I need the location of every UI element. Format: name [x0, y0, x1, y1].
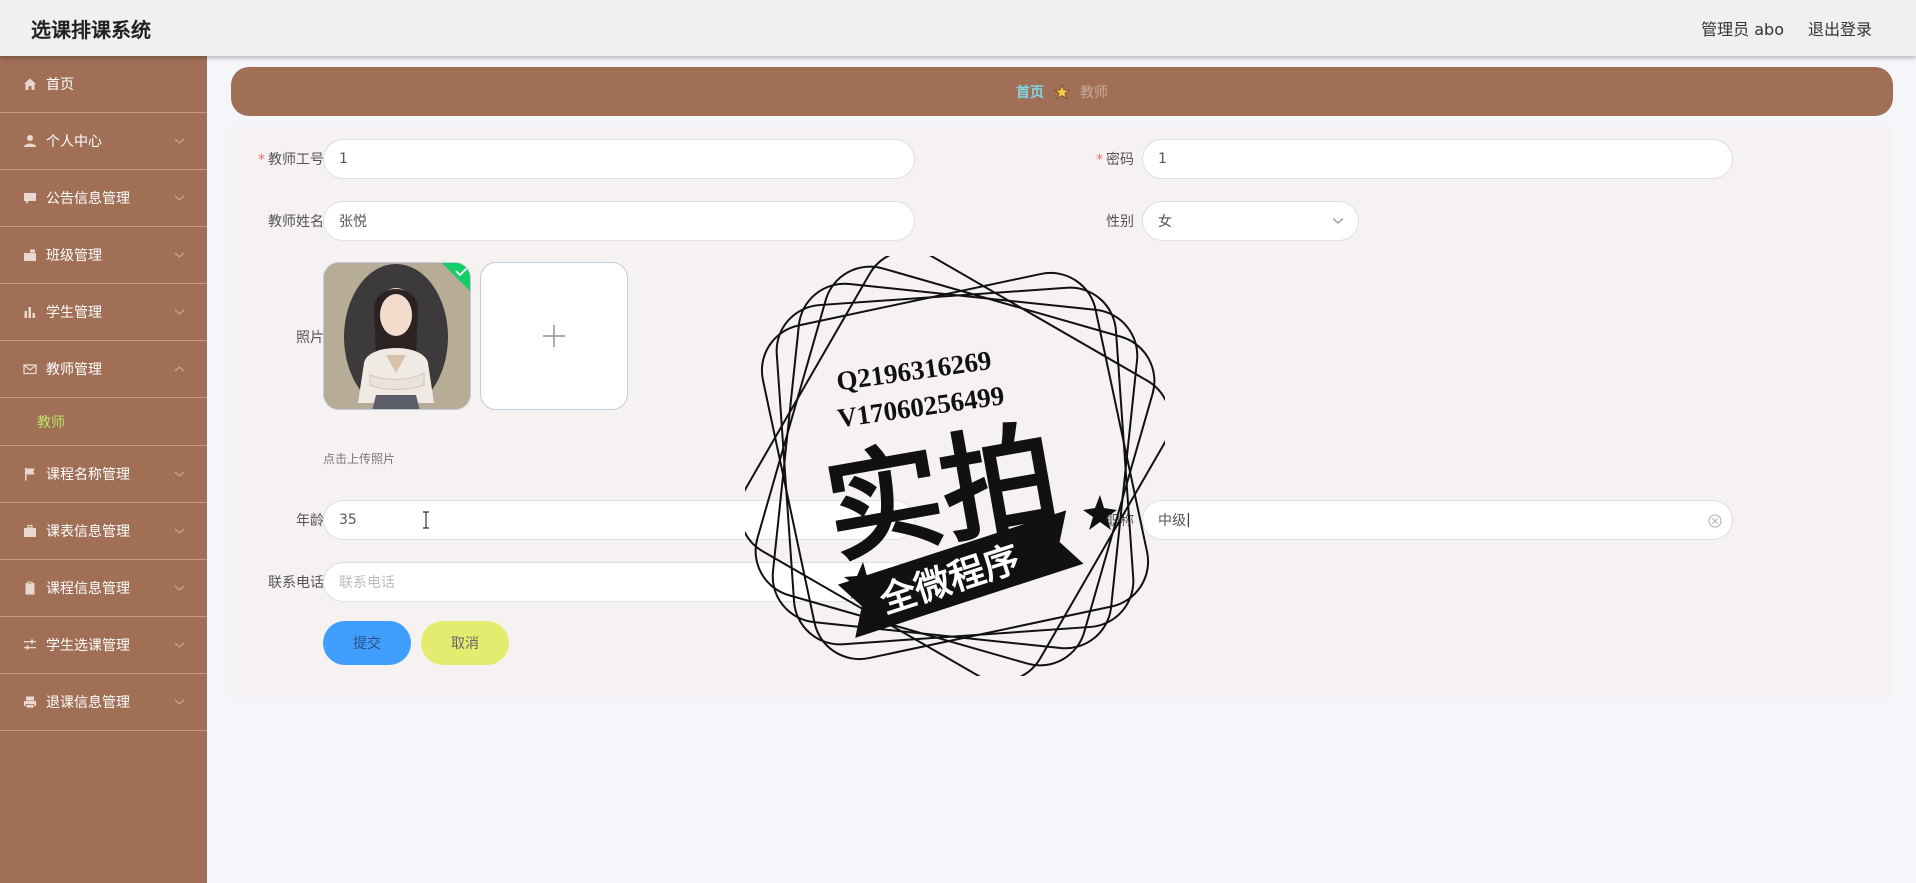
chevron-down-icon	[1332, 218, 1344, 224]
sidebar-subitem-teacher[interactable]: 教师	[0, 398, 207, 446]
star-separator-icon	[1054, 83, 1070, 99]
gender-selected-value: 女	[1158, 214, 1172, 230]
printer-icon	[22, 694, 38, 710]
topbar-right: 管理员 abo 退出登录	[1701, 16, 1872, 40]
sidebar-item-course-selection[interactable]: 学生选课管理	[0, 617, 207, 674]
age-input[interactable]: 35	[323, 500, 915, 540]
password-input[interactable]: 1	[1142, 139, 1733, 179]
chevron-down-icon	[174, 528, 185, 534]
sidebar-item-label: 退课信息管理	[46, 695, 130, 711]
mail-icon	[22, 361, 38, 377]
sidebar-item-course-drop[interactable]: 退课信息管理	[0, 674, 207, 731]
sidebar-item-label: 学生选课管理	[46, 638, 130, 654]
teacher-no-input[interactable]: 1	[323, 139, 915, 179]
teacher-name-label: 教师姓名	[268, 214, 324, 230]
sidebar-item-profile[interactable]: 个人中心	[0, 113, 207, 170]
chevron-down-icon	[174, 585, 185, 591]
chevron-down-icon	[174, 471, 185, 477]
text-cursor-icon	[423, 511, 429, 529]
sidebar-item-label: 个人中心	[46, 134, 102, 150]
sidebar-item-student[interactable]: 学生管理	[0, 284, 207, 341]
teacher-form: *教师工号 1 *密码 1 教师姓名 张悦 性别 女 照片 点击上传照片 年	[231, 127, 1893, 697]
sidebar-item-home[interactable]: 首页	[0, 56, 207, 113]
current-user-label: 管理员 abo	[1701, 20, 1784, 39]
gender-select[interactable]: 女	[1142, 201, 1359, 241]
logout-link[interactable]: 退出登录	[1808, 16, 1872, 40]
plus-icon	[543, 325, 565, 347]
top-bar: 选课排课系统 管理员 abo 退出登录	[0, 0, 1916, 56]
breadcrumb-current: 教师	[1080, 84, 1108, 101]
chevron-down-icon	[174, 699, 185, 705]
app-title: 选课排课系统	[31, 17, 151, 42]
gender-label: 性别	[1106, 214, 1134, 230]
caret: |	[1186, 512, 1191, 528]
sidebar-item-label: 公告信息管理	[46, 191, 130, 207]
photo-upload-tip: 点击上传照片	[323, 452, 396, 466]
cancel-button[interactable]: 取消	[421, 621, 509, 665]
submit-button[interactable]: 提交	[323, 621, 411, 665]
bar-chart-icon	[22, 304, 38, 320]
sidebar-item-course-name[interactable]: 课程名称管理	[0, 446, 207, 503]
photo-thumbnail[interactable]	[323, 262, 471, 410]
teacher-portrait	[324, 263, 470, 409]
phone-label: 联系电话	[268, 575, 324, 591]
age-label: 年龄	[296, 513, 324, 529]
photo-label: 照片	[296, 330, 324, 346]
chevron-down-icon	[174, 138, 185, 144]
chevron-down-icon	[174, 642, 185, 648]
sidebar-item-notice[interactable]: 公告信息管理	[0, 170, 207, 227]
user-icon	[22, 133, 38, 149]
sidebar-item-class[interactable]: 班级管理	[0, 227, 207, 284]
sidebar-item-label: 课表信息管理	[46, 524, 130, 540]
title-label: 职称	[1106, 513, 1134, 529]
home-icon	[22, 76, 38, 92]
password-label: * 密码	[1096, 152, 1134, 168]
teacher-name-input[interactable]: 张悦	[323, 201, 915, 241]
breadcrumb: 首页 教师	[231, 67, 1893, 116]
clear-icon[interactable]	[1708, 514, 1722, 528]
sidebar-item-timetable[interactable]: 课表信息管理	[0, 503, 207, 560]
required-mark: *	[1096, 152, 1103, 168]
flag-icon	[22, 466, 38, 482]
chevron-up-icon	[174, 366, 185, 372]
title-value: 中级	[1158, 513, 1186, 529]
sidebar-item-label: 班级管理	[46, 248, 102, 264]
sidebar-item-course-info[interactable]: 课程信息管理	[0, 560, 207, 617]
sidebar-item-label: 课程名称管理	[46, 467, 130, 483]
age-value: 35	[339, 512, 357, 528]
photo-upload-button[interactable]	[480, 262, 628, 410]
title-input[interactable]: 中级 |	[1142, 500, 1733, 540]
sliders-icon	[22, 637, 38, 653]
suitcase-icon	[22, 523, 38, 539]
sidebar-item-teacher-management[interactable]: 教师管理	[0, 341, 207, 398]
chevron-down-icon	[174, 252, 185, 258]
phone-input[interactable]: 联系电话	[323, 562, 915, 602]
sidebar-item-label: 教师管理	[46, 362, 102, 378]
chevron-down-icon	[174, 309, 185, 315]
message-icon	[22, 190, 38, 206]
required-mark: *	[258, 152, 265, 168]
teacher-no-label: * 教师工号	[258, 152, 324, 168]
clipboard-icon	[22, 580, 38, 596]
chevron-down-icon	[174, 195, 185, 201]
sidebar: 首页 个人中心 公告信息管理 班级管理 学生管理 教师管理 教师 课程名称管理 …	[0, 56, 207, 883]
breadcrumb-home[interactable]: 首页	[1016, 82, 1044, 102]
sidebar-item-label: 学生管理	[46, 305, 102, 321]
sidebar-item-label: 课程信息管理	[46, 581, 130, 597]
sidebar-item-label: 首页	[46, 77, 74, 93]
briefcase-icon	[22, 247, 38, 263]
